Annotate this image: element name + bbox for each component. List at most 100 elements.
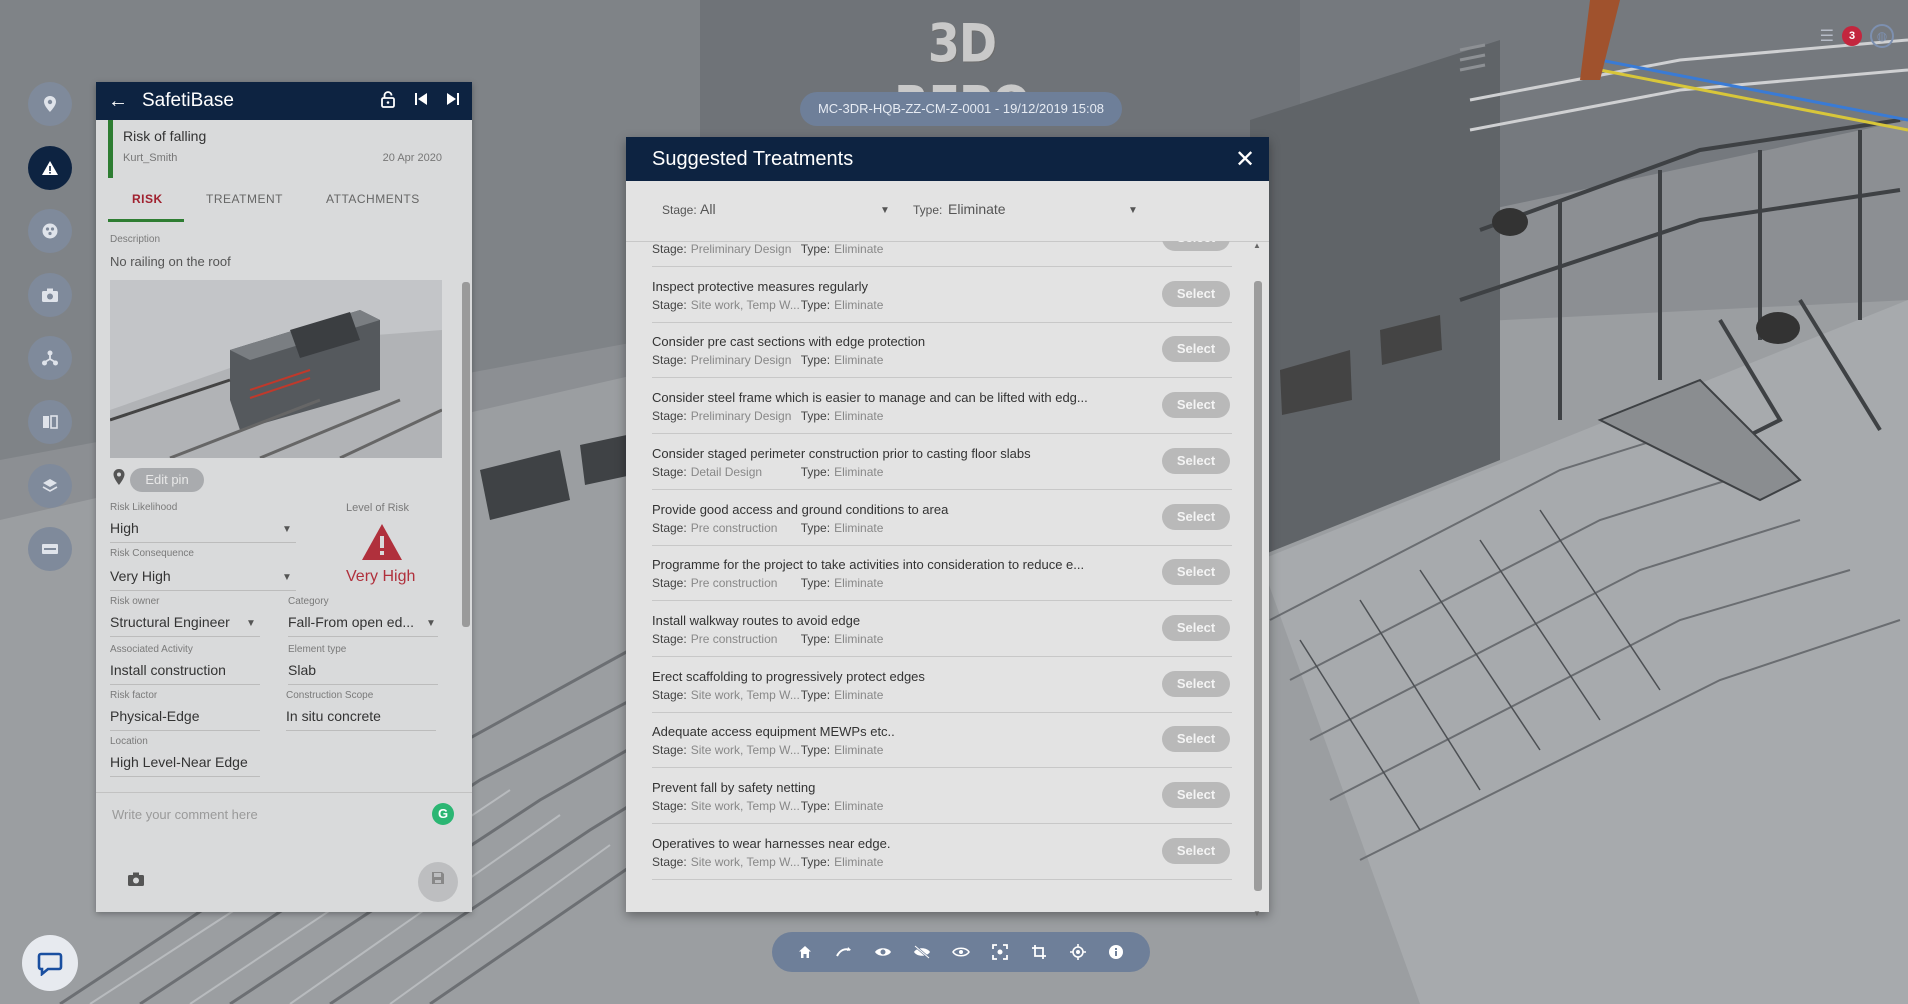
select-treatment-button[interactable]: Select [1162,447,1230,474]
select-treatment-button[interactable]: Select [1162,782,1230,808]
coordinates-icon[interactable] [1066,940,1090,964]
navigation-mode-icon[interactable] [832,940,856,964]
select-treatment-button[interactable]: Select [1162,392,1230,419]
treatment-meta: Stage: Preliminary Design Type: Eliminate [652,353,883,367]
type-filter-select[interactable]: Eliminate [948,201,1006,217]
show-all-icon[interactable] [871,940,895,964]
tree-icon[interactable] [28,336,72,381]
location-field[interactable]: High Level-Near Edge [110,754,248,770]
select-treatment-button[interactable]: Select [1162,837,1230,864]
chat-support-button[interactable] [22,935,78,991]
previous-item-icon[interactable] [414,92,428,111]
scroll-down-icon[interactable]: ▼ [1253,909,1261,918]
construction-scope-label: Construction Scope [286,690,374,701]
warning-icon[interactable] [28,145,72,190]
layers-icon[interactable] [28,463,72,508]
panel-scrollbar-thumb[interactable] [462,282,470,627]
home-icon[interactable] [793,940,817,964]
gis-icon[interactable] [28,527,72,572]
element-type-field[interactable]: Slab [288,662,316,678]
treatment-title: Operatives to wear harnesses near edge. [652,835,891,851]
select-treatment-button[interactable]: Select [1162,241,1230,251]
risk-factor-field[interactable]: Physical-Edge [110,708,200,724]
save-button[interactable] [418,862,458,902]
lock-icon[interactable] [380,90,396,113]
isolate-icon[interactable] [949,940,973,964]
notifications-badge[interactable]: 3 [1842,26,1862,46]
tab-treatment[interactable]: TREATMENT [206,192,283,206]
type-prefix: Type: [800,520,831,535]
select-treatment-button[interactable]: Select [1162,614,1230,641]
focus-icon[interactable] [988,940,1012,964]
treatment-row[interactable]: Inspect protective measures regularly Sta… [652,267,1232,323]
treatment-row[interactable]: Install walkway routes to avoid edge Stag… [652,601,1232,657]
description-value[interactable]: No railing on the roof [110,254,231,269]
select-treatment-button[interactable]: Select [1162,726,1230,753]
treatment-row[interactable]: Prevent fall by safety netting Stage: Site… [652,768,1232,824]
likelihood-select[interactable]: High [110,520,139,536]
dialog-scrollbar-thumb[interactable] [1254,281,1262,891]
model-revision-chip[interactable]: MC-3DR-HQB-ZZ-CM-Z-0001 - 19/12/2019 15:… [800,92,1122,126]
scroll-up-icon[interactable]: ▲ [1253,241,1261,250]
treatment-row[interactable]: Erect scaffolding to progressively prote… [652,657,1232,713]
treatment-title: Programme for the project to take activi… [652,557,1085,573]
select-treatment-button[interactable]: Select [1162,559,1230,586]
tab-attachments[interactable]: ATTACHMENTS [326,192,420,206]
map-pin-icon[interactable] [28,82,72,126]
category-select[interactable]: Fall-From open ed... [288,614,414,630]
panel-scrollbar[interactable] [462,272,470,867]
chevron-down-icon: ▼ [282,572,292,583]
grammarly-icon[interactable]: G [432,803,454,825]
treatment-row[interactable]: Provide good access and ground condition… [652,490,1232,546]
treatment-stage: Pre construction [690,576,778,591]
risk-owner-select[interactable]: Structural Engineer [110,614,230,630]
activity-label: Associated Activity [110,644,193,655]
next-item-icon[interactable] [446,92,460,111]
groups-icon[interactable] [28,209,72,254]
stage-filter-select[interactable]: All [700,201,716,217]
treatment-title: Provide good access and ground condition… [652,501,949,517]
select-treatment-button[interactable]: Select [1162,503,1230,530]
activity-field[interactable]: Install construction [110,662,226,678]
type-prefix: Type: [800,576,831,591]
treatment-stage: Site work, Temp W... [690,799,800,813]
back-arrow-icon[interactable]: ← [108,90,128,113]
risk-summary[interactable]: Risk of falling Kurt_Smith 20 Apr 2020 [108,120,472,178]
close-icon[interactable]: ✕ [1221,145,1269,174]
menu-icon[interactable]: ☰ [1820,26,1834,46]
compare-icon[interactable] [28,399,72,444]
dialog-header: Suggested Treatments ✕ [626,137,1269,181]
chevron-down-icon[interactable]: ▼ [880,205,890,216]
treatment-meta: Stage: Site work, Temp W...Type: Eliminate [652,743,883,757]
select-treatment-button[interactable]: Select [1162,670,1230,697]
consequence-select[interactable]: Very High [110,568,171,584]
camera-icon[interactable] [28,272,72,317]
comment-box[interactable]: Write your comment here G [96,792,472,833]
treatment-title: Erect scaffolding to progressively prote… [652,668,925,684]
tab-risk[interactable]: RISK [132,192,163,206]
dialog-scrollbar[interactable]: ▲ ▼ [1253,241,1263,918]
user-avatar-icon[interactable]: ◍ [1870,24,1894,48]
treatment-row[interactable]: Operatives to wear harnesses near edge. S… [652,824,1232,880]
treatment-row[interactable]: Consider staged perimeter construction p… [652,434,1232,490]
left-toolbar [28,82,74,591]
risk-screenshot[interactable] [110,280,442,458]
chevron-down-icon: ▼ [246,618,256,629]
type-prefix: Type: [800,464,831,479]
edit-pin-button[interactable]: Edit pin [130,468,204,492]
treatment-row[interactable]: Stage:Preliminary Design Type:Eliminate Se… [652,241,1232,267]
info-icon[interactable] [1104,940,1128,964]
select-treatment-button[interactable]: Select [1162,336,1230,363]
treatment-row[interactable]: Adequate access equipment MEWPs etc.. Sta… [652,712,1232,769]
comment-input[interactable]: Write your comment here [112,807,258,822]
add-screenshot-icon[interactable] [126,870,146,893]
clip-icon[interactable] [1027,940,1051,964]
treatment-row[interactable]: Consider pre cast sections with edge pro… [652,322,1232,379]
panel-title: SafetiBase [142,90,234,111]
construction-scope-field[interactable]: In situ concrete [286,708,381,724]
treatment-row[interactable]: Consider steel frame which is easier to … [652,378,1232,435]
treatment-row[interactable]: Programme for the project to take activi… [652,545,1232,602]
select-treatment-button[interactable]: Select [1162,280,1230,307]
chevron-down-icon[interactable]: ▼ [1128,205,1138,216]
hide-icon[interactable] [910,940,934,964]
